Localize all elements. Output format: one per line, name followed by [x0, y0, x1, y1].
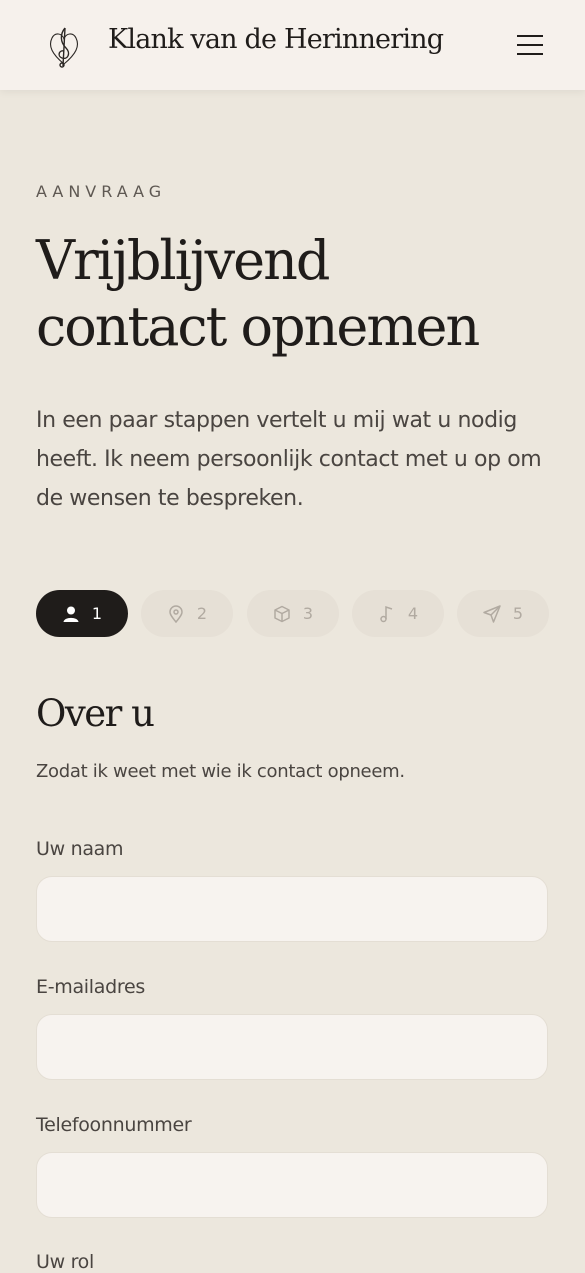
email-input[interactable]	[36, 1014, 548, 1080]
step-progress: 1 2 3 4 5	[36, 590, 549, 637]
step-4[interactable]: 4	[352, 590, 444, 637]
page-title-line-2: contact opnemen	[36, 295, 480, 358]
site-title[interactable]: Klank van de Herinnering	[108, 24, 444, 55]
step-3[interactable]: 3	[247, 590, 339, 637]
section-subtitle: Zodat ik weet met wie ik contact opneem.	[36, 761, 405, 782]
page-title-line-1: Vrijblijvend	[36, 229, 330, 292]
box-icon	[273, 605, 291, 623]
section-title: Over u	[36, 692, 155, 735]
eyebrow-label: AANVRAAG	[36, 182, 167, 201]
intro-text: In een paar stappen vertelt u mij wat u …	[36, 408, 542, 511]
name-input[interactable]	[36, 876, 548, 942]
step-2[interactable]: 2	[141, 590, 233, 637]
phone-label: Telefoonnummer	[36, 1114, 192, 1136]
name-label: Uw naam	[36, 838, 124, 860]
step-1[interactable]: 1	[36, 590, 128, 637]
user-icon	[62, 605, 80, 623]
site-header: Klank van de Herinnering	[0, 0, 585, 90]
send-icon	[483, 604, 501, 623]
step-number: 3	[302, 604, 314, 623]
treble-clef-heart-icon[interactable]	[44, 24, 84, 68]
step-number: 5	[512, 604, 524, 623]
role-label: Uw rol	[36, 1251, 94, 1273]
hamburger-menu-icon[interactable]	[514, 32, 548, 58]
email-label: E-mailadres	[36, 976, 145, 998]
page-title: Vrijblijvend contact opnemen	[36, 228, 556, 360]
music-note-icon	[378, 605, 396, 623]
phone-input[interactable]	[36, 1152, 548, 1218]
step-number: 2	[196, 604, 208, 623]
step-number: 4	[407, 604, 419, 623]
step-number: 1	[91, 604, 103, 623]
step-5[interactable]: 5	[457, 590, 549, 637]
location-pin-icon	[167, 604, 185, 623]
